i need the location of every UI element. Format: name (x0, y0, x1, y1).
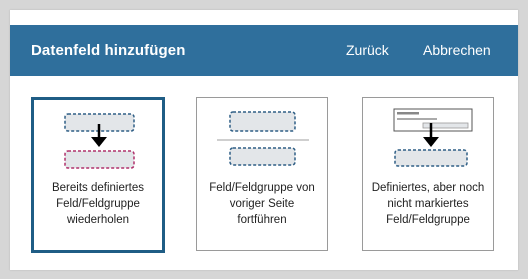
label-line: nicht markiertes (387, 198, 469, 210)
dialog-title: Datenfeld hinzufügen (31, 42, 186, 59)
label-line: Feld/Feldgruppe von (209, 182, 315, 194)
label-line: voriger Seite (229, 198, 295, 210)
label-line: Definiertes, aber noch (371, 182, 485, 194)
option-label-continue: Feld/Feldgruppe von voriger Seite fortfü… (197, 180, 327, 228)
option-card-repeat[interactable]: Bereits definiertes Feld/Feldgruppe wied… (31, 97, 165, 253)
label-line: Feld/Feldgruppe (56, 198, 140, 210)
continue-field-icon (217, 111, 309, 166)
label-line: fortführen (237, 214, 287, 226)
back-button[interactable]: Zurück (346, 25, 389, 76)
option-card-continue[interactable]: Feld/Feldgruppe von voriger Seite fortfü… (196, 97, 328, 251)
label-line: Bereits definiertes (51, 182, 145, 194)
defined-field-icon (393, 108, 473, 167)
option-label-defined: Definiertes, aber noch nicht markiertes … (363, 180, 493, 228)
label-line: wiederholen (66, 214, 129, 226)
repeat-field-icon (64, 113, 135, 169)
cancel-button[interactable]: Abbrechen (423, 25, 491, 76)
option-label-repeat: Bereits definiertes Feld/Feldgruppe wied… (34, 180, 162, 228)
dialog-header: Datenfeld hinzufügen Zurück Abbrechen (10, 25, 518, 76)
label-line: Feld/Feldgruppe (386, 214, 470, 226)
add-field-dialog: Datenfeld hinzufügen Zurück Abbrechen Be… (10, 10, 518, 270)
option-card-defined[interactable]: Definiertes, aber noch nicht markiertes … (362, 97, 494, 251)
